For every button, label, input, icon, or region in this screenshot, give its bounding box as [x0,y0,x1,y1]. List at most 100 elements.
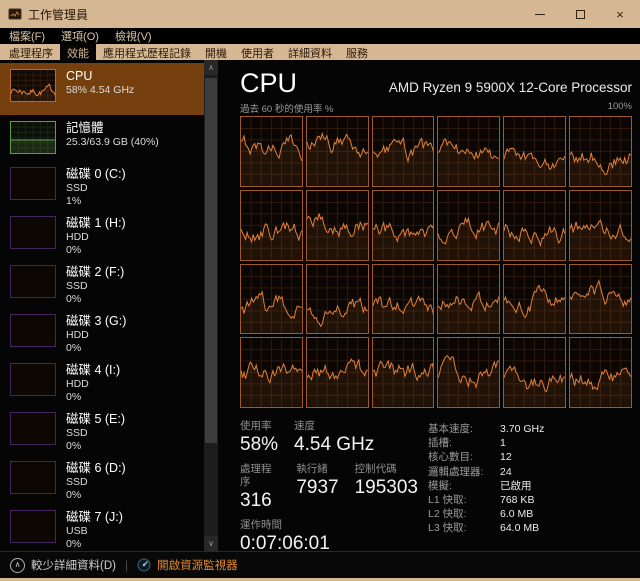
stat-detail-label: L1 快取: [428,493,500,507]
core-usage-graph-17 [569,264,632,335]
sidebar-item-text: 磁碟 5 (E:) SSD 0% [66,412,125,453]
menu-item[interactable]: 檢視(V) [115,28,160,44]
sidebar-item-title: 磁碟 7 (J:) [66,510,123,525]
sidebar-item-disk-1[interactable]: 磁碟 1 (H:) HDD 0% [0,210,204,259]
maximize-icon [576,10,585,19]
sidebar-item-line3: 0% [66,293,124,306]
sidebar-thumbnail [10,121,56,154]
close-icon: × [616,8,624,21]
window-controls: × [520,0,640,28]
tab-效能[interactable]: 效能 [60,44,96,60]
sidebar-thumbnail [10,412,56,445]
stat-value: 195303 [355,476,418,500]
performance-sidebar: CPU 58% 4.54 GHz 記憶體 25.3/63.9 GB (40%) … [0,60,204,551]
stat-value: 58% [240,433,278,457]
sidebar-item-line3: 0% [66,489,126,502]
core-usage-graph-3 [437,116,500,187]
scroll-down-button[interactable]: ∨ [204,536,218,551]
sidebar-item-cpu[interactable]: CPU 58% 4.54 GHz [0,63,204,115]
tab-處理程序[interactable]: 處理程序 [2,44,60,60]
sidebar-item-disk-6[interactable]: 磁碟 6 (D:) SSD 0% [0,455,204,504]
stat-row: 使用率 58% 速度 4.54 GHz [240,420,418,457]
sidebar-thumbnail [10,167,56,200]
core-usage-graph-1 [306,116,369,187]
axis-label-right: 100% [608,101,632,114]
sidebar-item-line2: HDD [66,378,120,391]
sidebar-item-text: 記憶體 25.3/63.9 GB (40%) [66,121,159,149]
sidebar-item-text: 磁碟 4 (I:) HDD 0% [66,363,120,404]
processor-name: AMD Ryzen 9 5900X 12-Core Processor [389,80,632,100]
sidebar-item-line3: 1% [66,195,126,208]
stat-detail-row: 邏輯處理器: 24 [428,465,544,479]
menu-item[interactable]: 選項(O) [61,28,107,44]
resource-monitor-icon [137,558,151,572]
stat-detail-label: L3 快取: [428,521,500,535]
sidebar-item-disk-4[interactable]: 磁碟 4 (I:) HDD 0% [0,357,204,406]
less-details-button[interactable]: ∧ 較少詳細資料(D) [10,557,116,573]
sidebar-scrollbar[interactable]: ∧ ∨ [204,60,218,551]
sidebar-item-line3: 0% [66,440,125,453]
sidebar-item-line3: 0% [66,342,126,355]
stat-detail-row: L1 快取: 768 KB [428,493,544,507]
cpu-panel-header: CPU AMD Ryzen 9 5900X 12-Core Processor [240,62,632,100]
sidebar-item-disk-7[interactable]: 磁碟 7 (J:) USB 0% [0,504,204,551]
core-usage-graph-16 [503,264,566,335]
core-usage-graph-18 [240,337,303,408]
sidebar-item-disk-2[interactable]: 磁碟 2 (F:) SSD 0% [0,259,204,308]
app-icon [8,7,22,21]
stat-detail-value: 12 [500,450,512,464]
minimize-button[interactable] [520,0,560,28]
sidebar-item-line3: 0% [66,244,126,257]
stat-detail-label: 核心數目: [428,450,500,464]
scrollbar-thumb[interactable] [205,78,217,443]
tab-開機[interactable]: 開機 [198,44,234,60]
stat-detail-value: 768 KB [500,493,534,507]
stat-detail-value: 24 [500,465,512,479]
sidebar-item-line2: HDD [66,231,126,244]
stat-value: 4.54 GHz [294,433,374,457]
maximize-button[interactable] [560,0,600,28]
cpu-stats: 使用率 58% 速度 4.54 GHz 處理程序 316 執行緒 7937 控制… [240,420,632,562]
sidebar-item-text: 磁碟 6 (D:) SSD 0% [66,461,126,502]
sidebar-item-line2: SSD [66,280,124,293]
core-usage-graph-7 [306,190,369,261]
tab-詳細資料[interactable]: 詳細資料 [281,44,339,60]
tab-應用程式歷程記錄[interactable]: 應用程式歷程記錄 [96,44,198,60]
tab-使用者[interactable]: 使用者 [234,44,281,60]
sidebar-thumbnail [10,510,56,543]
open-resource-monitor-link[interactable]: 開啟資源監視器 [137,557,238,573]
axis-label-left: 過去 60 秒的使用率 % [240,101,333,114]
sidebar-item-memory[interactable]: 記憶體 25.3/63.9 GB (40%) [0,115,204,161]
close-button[interactable]: × [600,0,640,28]
chevron-up-circle-icon: ∧ [10,558,25,573]
sidebar-item-title: 磁碟 1 (H:) [66,216,126,231]
core-usage-graph-9 [437,190,500,261]
stat-value: 7937 [296,476,338,500]
tab-服務[interactable]: 服務 [339,44,375,60]
core-usage-graph-20 [372,337,435,408]
core-usage-graph-8 [372,190,435,261]
sidebar-thumbnail [10,461,56,494]
scroll-up-button[interactable]: ∧ [204,60,218,75]
core-usage-graph-19 [306,337,369,408]
core-usage-graph-11 [569,190,632,261]
core-usage-graph-13 [306,264,369,335]
sidebar-item-disk-5[interactable]: 磁碟 5 (E:) SSD 0% [0,406,204,455]
stat-detail-row: 基本速度: 3.70 GHz [428,422,544,436]
sidebar-item-title: 記憶體 [66,121,159,136]
footer-bar: ∧ 較少詳細資料(D) | 開啟資源監視器 [0,551,640,578]
task-manager-window: 工作管理員 × 檔案(F)選項(O)檢視(V) 處理程序效能應用程式歷程記錄開機… [0,0,640,581]
sidebar-item-text: 磁碟 7 (J:) USB 0% [66,510,123,551]
core-usage-graph-0 [240,116,303,187]
sidebar-item-disk-0[interactable]: 磁碟 0 (C:) SSD 1% [0,161,204,210]
cpu-panel: CPU AMD Ryzen 9 5900X 12-Core Processor … [218,60,640,551]
core-usage-graph-21 [437,337,500,408]
less-details-label: 較少詳細資料(D) [31,557,116,573]
core-usage-graph-10 [503,190,566,261]
stat-detail-value: 6.0 MB [500,507,533,521]
menu-item[interactable]: 檔案(F) [9,28,53,44]
sidebar-item-disk-3[interactable]: 磁碟 3 (G:) HDD 0% [0,308,204,357]
footer-separator: | [125,558,128,572]
sidebar-item-line2: SSD [66,182,126,195]
core-usage-graph-22 [503,337,566,408]
